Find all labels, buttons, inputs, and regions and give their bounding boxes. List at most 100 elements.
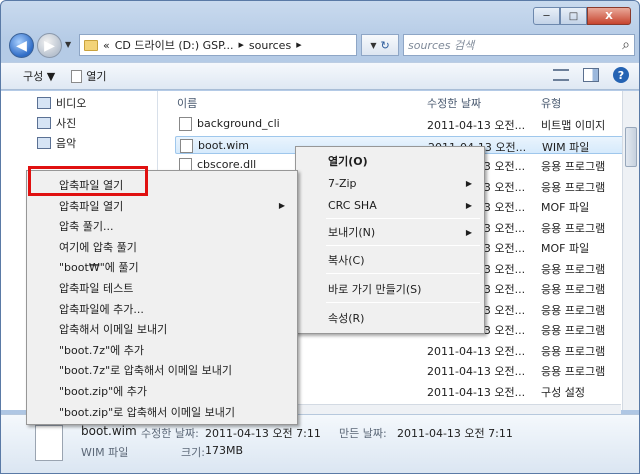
submenu-item[interactable]: 여기에 압축 풀기: [29, 236, 295, 258]
column-header-date[interactable]: 수정한 날짜: [427, 95, 481, 111]
submenu-label: 압축해서 이메일 보내기: [59, 323, 168, 337]
scrollbar-thumb[interactable]: [625, 127, 637, 167]
context-menu: 열기(O) 7-Zip ▶ CRC SHA ▶ 보내기(N) ▶ 복사(C) 바로 가…: [295, 146, 485, 334]
submenu-item[interactable]: 압축파일에 추가...: [29, 298, 295, 320]
file-type: 구성 설정: [541, 385, 585, 399]
menu-item-send-to[interactable]: 보내기(N) ▶: [298, 221, 482, 243]
refresh-button[interactable]: ▼ ↻: [361, 34, 399, 56]
minimize-button[interactable]: ─: [533, 7, 560, 25]
navigation-bar: ◀ ▶ ▼ « CD 드라이브 (D:) GSP... ▶ sources ▶ …: [7, 31, 635, 61]
menu-separator: [326, 273, 480, 274]
file-type: 응용 프로그램: [541, 221, 606, 235]
maximize-button[interactable]: □: [560, 7, 587, 25]
menu-item-properties[interactable]: 속성(R): [298, 307, 482, 329]
nav-label: 음악: [56, 137, 77, 150]
file-date: 2011-04-13 오전...: [427, 385, 526, 399]
submenu-arrow-icon: ▶: [465, 200, 472, 210]
back-button[interactable]: ◀: [9, 33, 34, 58]
vertical-scrollbar[interactable]: [622, 91, 639, 410]
file-name: boot.wim: [198, 138, 250, 152]
menu-label: 7-Zip: [328, 176, 357, 190]
menu-item-create-shortcut[interactable]: 바로 가기 만들기(S): [298, 278, 482, 300]
submenu-item[interactable]: 압축파일 테스트: [29, 277, 295, 299]
menu-separator: [326, 245, 480, 246]
folder-icon: [84, 39, 98, 51]
menu-label: 열기(O): [328, 155, 368, 168]
organize-button[interactable]: 구성 ▼: [23, 68, 55, 84]
nav-label: 비디오: [56, 97, 87, 110]
file-row[interactable]: background_cli 2011-04-13 오전... 비트맵 이미지: [175, 115, 625, 133]
submenu-arrow-icon: ▶: [465, 178, 472, 188]
submenu-item[interactable]: 압축파일 열기 ▶: [29, 195, 295, 217]
detail-modified-label: 수정한 날짜:: [141, 427, 199, 440]
menu-separator: [326, 302, 480, 303]
menu-label: 속성(R): [328, 312, 365, 325]
address-overflow[interactable]: «: [103, 39, 110, 52]
column-header-type[interactable]: 유형: [541, 95, 561, 111]
submenu-item[interactable]: "boot.zip"에 추가: [29, 380, 295, 402]
submenu-item[interactable]: "boot.zip"로 압축해서 이메일 보내기: [29, 401, 295, 423]
file-type: 응용 프로그램: [541, 283, 606, 296]
menu-item-crc-sha[interactable]: CRC SHA ▶: [298, 194, 482, 216]
submenu-item[interactable]: 압축 풀기...: [29, 215, 295, 237]
organize-label: 구성 ▼: [23, 70, 56, 83]
nav-item-pictures[interactable]: 사진: [37, 115, 76, 131]
detail-created: 2011-04-13 오전 7:11: [397, 427, 513, 440]
refresh-icon: ↻: [380, 38, 390, 52]
column-header-name[interactable]: 이름: [177, 95, 197, 111]
pictures-library-icon: [37, 117, 51, 129]
breadcrumb-separator-icon[interactable]: ▶: [239, 41, 244, 49]
detail-name: boot.wim: [81, 424, 137, 438]
menu-item-7zip[interactable]: 7-Zip ▶: [298, 172, 482, 194]
address-bar[interactable]: « CD 드라이브 (D:) GSP... ▶ sources ▶: [79, 34, 357, 56]
nav-item-videos[interactable]: 비디오: [37, 95, 86, 111]
file-name: background_cli: [197, 117, 280, 130]
document-icon: [71, 69, 83, 83]
submenu-label: "boot.zip"에 추가: [59, 385, 148, 398]
file-type: MOF 파일: [541, 201, 590, 214]
submenu-item[interactable]: 압축파일 열기: [29, 174, 295, 196]
detail-type: WIM 파일: [81, 446, 129, 459]
detail-size-label: 크기:: [181, 446, 205, 459]
breadcrumb-sources[interactable]: sources: [249, 39, 291, 52]
open-button[interactable]: 열기: [71, 68, 106, 84]
command-bar: 구성 ▼ 열기 ?: [1, 62, 639, 90]
detail-modified: 2011-04-13 오전 7:11: [205, 427, 321, 440]
breadcrumb-drive[interactable]: CD 드라이브 (D:) GSP...: [115, 37, 234, 53]
submenu-item[interactable]: "boot.7z"로 압축해서 이메일 보내기: [29, 359, 295, 381]
file-type: MOF 파일: [541, 242, 590, 255]
menu-item-open[interactable]: 열기(O): [298, 150, 482, 172]
7zip-submenu: 압축파일 열기 압축파일 열기 ▶ 압축 풀기... 여기에 압축 풀기 "boot₩"에…: [26, 170, 298, 425]
menu-separator: [326, 218, 480, 219]
menu-label: 복사(C): [328, 254, 365, 267]
close-button[interactable]: X: [587, 7, 631, 25]
view-tools: ?: [553, 67, 629, 83]
help-icon[interactable]: ?: [613, 67, 629, 83]
file-type: 응용 프로그램: [541, 324, 606, 337]
recent-pages-dropdown-icon[interactable]: ▼: [65, 40, 71, 49]
breadcrumb-separator-icon[interactable]: ▶: [296, 41, 301, 49]
search-icon: ⌕: [622, 37, 630, 53]
submenu-arrow-icon: ▶: [278, 201, 285, 211]
submenu-label: 압축파일 테스트: [59, 282, 134, 295]
nav-label: 사진: [56, 117, 77, 130]
file-type: 비트맵 이미지: [541, 119, 606, 132]
forward-button[interactable]: ▶: [37, 33, 62, 58]
submenu-item[interactable]: 압축해서 이메일 보내기: [29, 318, 295, 340]
submenu-item[interactable]: "boot.7z"에 추가: [29, 339, 295, 361]
file-date: 2011-04-13 오전...: [427, 365, 526, 378]
detail-size: 173MB: [205, 444, 244, 457]
search-input[interactable]: sources 검색 ⌕: [403, 34, 635, 56]
preview-pane-icon[interactable]: [583, 68, 599, 82]
window-controls: ─ □ X: [533, 7, 631, 25]
file-icon: [180, 138, 193, 153]
file-type: 응용 프로그램: [541, 365, 606, 378]
search-placeholder: sources 검색: [408, 39, 475, 52]
address-dropdown-icon[interactable]: ▼: [370, 41, 376, 50]
view-options-icon[interactable]: [553, 69, 569, 81]
file-type: 응용 프로그램: [541, 160, 606, 173]
submenu-item[interactable]: "boot₩"에 풀기: [29, 256, 295, 278]
submenu-label: 압축파일 열기: [59, 199, 124, 213]
menu-item-copy[interactable]: 복사(C): [298, 249, 482, 271]
nav-item-music[interactable]: 음악: [37, 135, 76, 151]
